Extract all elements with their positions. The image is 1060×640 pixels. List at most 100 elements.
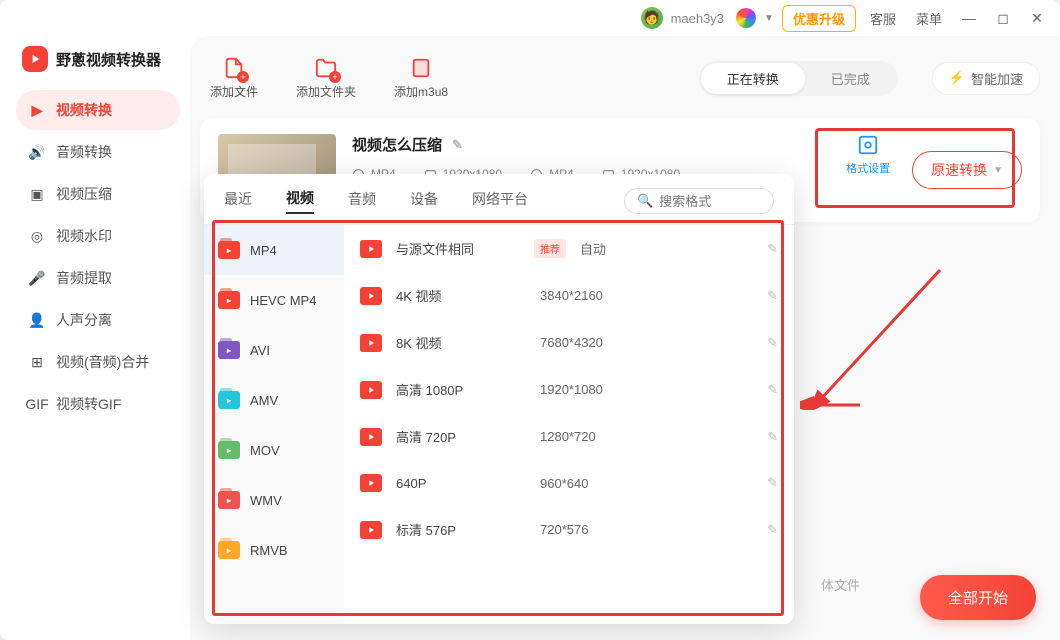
sidebar: 野蔥视频转换器 ▶视频转换 🔊音频转换 ▣视频压缩 ◎ 视频水印 🎤音频提取 👤人… [0,36,190,640]
format-label: MOV [250,443,280,458]
edit-title-icon[interactable]: ✎ [452,137,463,153]
resolution-dim: 720*576 [540,522,660,537]
format-icon: ▸ [218,291,240,309]
edit-icon[interactable]: ✎ [767,241,778,257]
tool-label: 添加m3u8 [394,83,448,100]
tool-label: 添加文件夹 [296,83,356,100]
sidebar-item-vocal-separate[interactable]: 👤人声分离 [16,300,180,340]
tab-device[interactable]: 设备 [410,189,438,213]
video-icon [360,334,382,352]
resolution-dim: 1920*1080 [540,382,660,397]
tab-web[interactable]: 网络平台 [472,189,528,213]
format-item-mp4[interactable]: ▸ MP4 [204,225,344,275]
sidebar-item-audio-convert[interactable]: 🔊音频转换 [16,132,180,172]
resolution-row[interactable]: 8K 视频 7680*4320 ✎ [344,319,794,366]
watermark-icon: ◎ [28,227,46,245]
merge-icon: ⊞ [28,353,46,371]
maximize-button[interactable]: ◻ [990,5,1016,31]
sidebar-item-video-compress[interactable]: ▣视频压缩 [16,174,180,214]
tool-label: 添加文件 [210,83,258,100]
edit-icon[interactable]: ✎ [767,522,778,538]
format-item-hevc-mp4[interactable]: ▸ HEVC MP4 [204,275,344,325]
gif-icon: GIF [28,395,46,413]
resolution-row[interactable]: 高清 1080P 1920*1080 ✎ [344,366,794,413]
bolt-icon: ⚡ [949,70,965,86]
file-plus-icon: + [223,57,245,79]
sidebar-item-audio-extract[interactable]: 🎤音频提取 [16,258,180,298]
resolution-row[interactable]: 4K 视频 3840*2160 ✎ [344,272,794,319]
resolution-label: 640P [396,476,526,491]
format-icon: ▸ [218,241,240,259]
resolution-dim: 960*640 [540,476,660,491]
resolution-row[interactable]: 与源文件相同 推荐 自动 ✎ [344,225,794,272]
sidebar-item-label: 视频压缩 [56,184,112,204]
username: maeh3y3 [671,11,724,26]
format-item-amv[interactable]: ▸AMV [204,375,344,425]
sidebar-item-label: 视频(音频)合并 [56,352,149,372]
resolution-label: 高清 720P [396,427,526,446]
sidebar-item-label: 视频水印 [56,226,112,246]
tab-done[interactable]: 已完成 [805,63,896,94]
user-avatar[interactable]: 🧑 [641,7,663,29]
sidebar-item-video-watermark[interactable]: ◎ 视频水印 [16,216,180,256]
minimize-button[interactable]: — [956,5,982,31]
chevron-down-icon: ▼ [993,165,1003,176]
resolution-label: 4K 视频 [396,286,526,305]
resolution-dim: 自动 [580,239,700,258]
support-link[interactable]: 客服 [864,9,902,28]
format-search[interactable]: 🔍 [624,188,774,214]
resolution-label: 与源文件相同 [396,239,526,258]
settings-icon [857,134,879,156]
format-list[interactable]: ▸MP4▸HEVC MP4▸AVI▸AMV▸MOV▸WMV▸RMVB [204,225,344,624]
smart-accel-button[interactable]: ⚡智能加速 [932,62,1040,95]
resolution-row[interactable]: 640P 960*640 ✎ [344,460,794,506]
resolution-list[interactable]: 与源文件相同 推荐 自动 ✎ 4K 视频 3840*2160 ✎ 8K 视频 7… [344,225,794,624]
format-item-wmv[interactable]: ▸WMV [204,475,344,525]
search-input[interactable] [659,194,794,209]
edit-icon[interactable]: ✎ [767,429,778,445]
resolution-dim: 1280*720 [540,429,660,444]
tab-recent[interactable]: 最近 [224,189,252,213]
format-label: HEVC MP4 [250,293,316,308]
settings-label: 格式设置 [846,160,890,176]
sidebar-item-label: 音频转换 [56,142,112,162]
add-m3u8-button[interactable]: 添加m3u8 [384,57,458,100]
extract-icon: 🎤 [28,269,46,287]
format-item-mov[interactable]: ▸MOV [204,425,344,475]
edit-icon[interactable]: ✎ [767,335,778,351]
edit-icon[interactable]: ✎ [767,288,778,304]
separate-icon: 👤 [28,311,46,329]
format-settings-button[interactable]: 格式设置 [840,134,896,206]
format-item-rmvb[interactable]: ▸RMVB [204,525,344,575]
menu-link[interactable]: 菜单 [910,9,948,28]
video-icon [360,474,382,492]
add-file-button[interactable]: + 添加文件 [200,57,268,100]
edit-icon[interactable]: ✎ [767,382,778,398]
video-icon [360,381,382,399]
add-folder-button[interactable]: + 添加文件夹 [286,57,366,100]
video-icon [360,287,382,305]
brand-icon[interactable] [736,8,756,28]
edit-icon[interactable]: ✎ [767,475,778,491]
upgrade-button[interactable]: 优惠升级 [782,5,856,32]
sidebar-item-merge[interactable]: ⊞ 视频(音频)合并 [16,342,180,382]
resolution-dim: 3840*2160 [540,288,660,303]
tab-video[interactable]: 视频 [286,188,314,214]
format-item-avi[interactable]: ▸AVI [204,325,344,375]
resolution-dim: 7680*4320 [540,335,660,350]
format-icon: ▸ [218,391,240,409]
close-button[interactable]: ✕ [1024,5,1050,31]
tab-converting[interactable]: 正在转换 [701,63,805,94]
sidebar-item-video-convert[interactable]: ▶视频转换 [16,90,180,130]
chevron-down-icon[interactable]: ▼ [764,13,774,24]
format-label: MP4 [250,243,277,258]
status-tabs: 正在转换 已完成 [699,61,898,96]
tab-audio[interactable]: 音频 [348,189,376,213]
app-name: 野蔥视频转换器 [56,49,161,70]
resolution-row[interactable]: 标清 576P 720*576 ✎ [344,506,794,553]
sidebar-item-video-to-gif[interactable]: GIF视频转GIF [16,384,180,424]
resolution-row[interactable]: 高清 720P 1280*720 ✎ [344,413,794,460]
resolution-label: 8K 视频 [396,333,526,352]
start-all-button[interactable]: 全部开始 [920,575,1036,620]
convert-button[interactable]: 原速转换▼ [912,151,1022,189]
